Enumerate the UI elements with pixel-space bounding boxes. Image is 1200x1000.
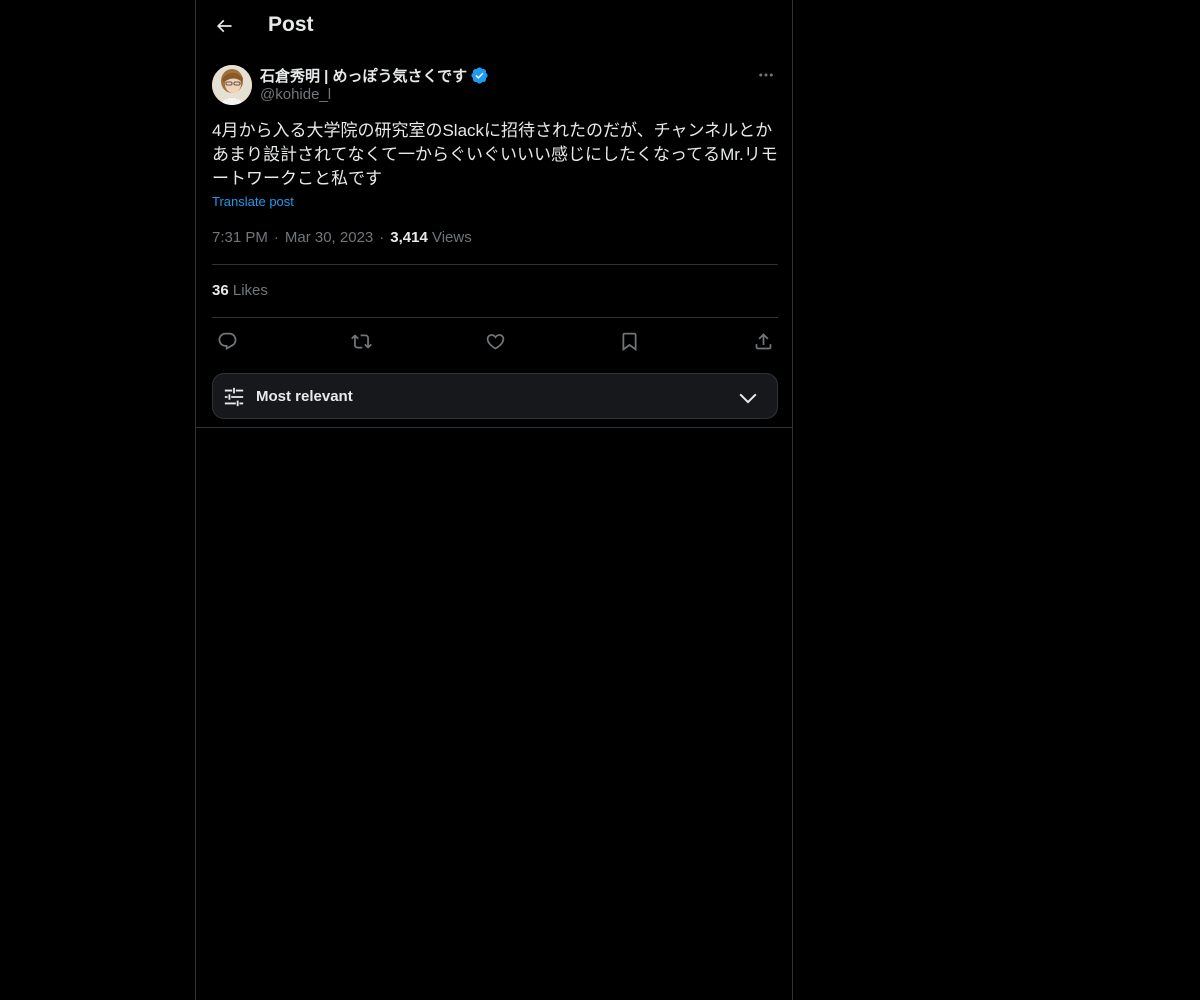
verified-badge-icon [470,66,489,85]
reply-button[interactable] [212,326,242,356]
display-name-row: 石倉秀明 | めっぽう気さくです [260,65,489,85]
likes-label: Likes [232,282,268,299]
repost-icon [350,333,372,349]
meta-separator: · [379,229,385,246]
user-handle[interactable]: @kohide_l [260,86,331,103]
post-time[interactable]: 7:31 PM [212,229,268,246]
likes-stat[interactable]: 36 Likes [212,282,268,299]
chevron-down-icon [739,393,757,404]
primary-column: Post 石倉秀明 | めっぽう気さくです @kohide_l 4月から入る大学… [195,0,793,1000]
top-header: Post [196,0,792,53]
likes-count: 36 [212,282,229,299]
repost-button[interactable] [346,326,376,356]
reply-sort-dropdown[interactable]: Most relevant [212,373,778,419]
bookmark-icon [622,332,636,351]
like-button[interactable] [480,326,510,356]
post-date[interactable]: Mar 30, 2023 [285,229,373,246]
translate-post-link[interactable]: Translate post [212,194,294,209]
display-name[interactable]: 石倉秀明 | めっぽう気さくです [260,65,467,86]
post-meta: 7:31 PM · Mar 30, 2023 · 3,414 Views [212,229,472,246]
sort-label: Most relevant [256,388,353,405]
sliders-icon [224,387,244,407]
back-button[interactable] [208,10,240,42]
divider [212,317,778,318]
avatar-image [212,65,252,105]
more-options-button[interactable] [754,65,778,85]
avatar[interactable] [212,65,252,105]
section-divider [196,427,792,428]
post-author: 石倉秀明 | めっぽう気さくです @kohide_l [212,65,778,107]
more-horizontal-icon [759,73,773,77]
views-count: 3,414 [390,229,428,246]
post-actions [212,326,778,356]
bookmark-button[interactable] [614,326,644,356]
arrow-left-icon [216,19,232,33]
divider [212,264,778,265]
heart-icon [486,333,504,350]
share-icon [755,332,771,349]
views-label: Views [431,229,472,246]
share-button[interactable] [748,326,778,356]
page-title: Post [268,13,314,36]
reply-icon [218,332,236,350]
post-text: 4月から入る大学院の研究室のSlackに招待されたのだが、チャンネルとかあまり設… [212,121,778,188]
meta-separator: · [273,229,279,246]
